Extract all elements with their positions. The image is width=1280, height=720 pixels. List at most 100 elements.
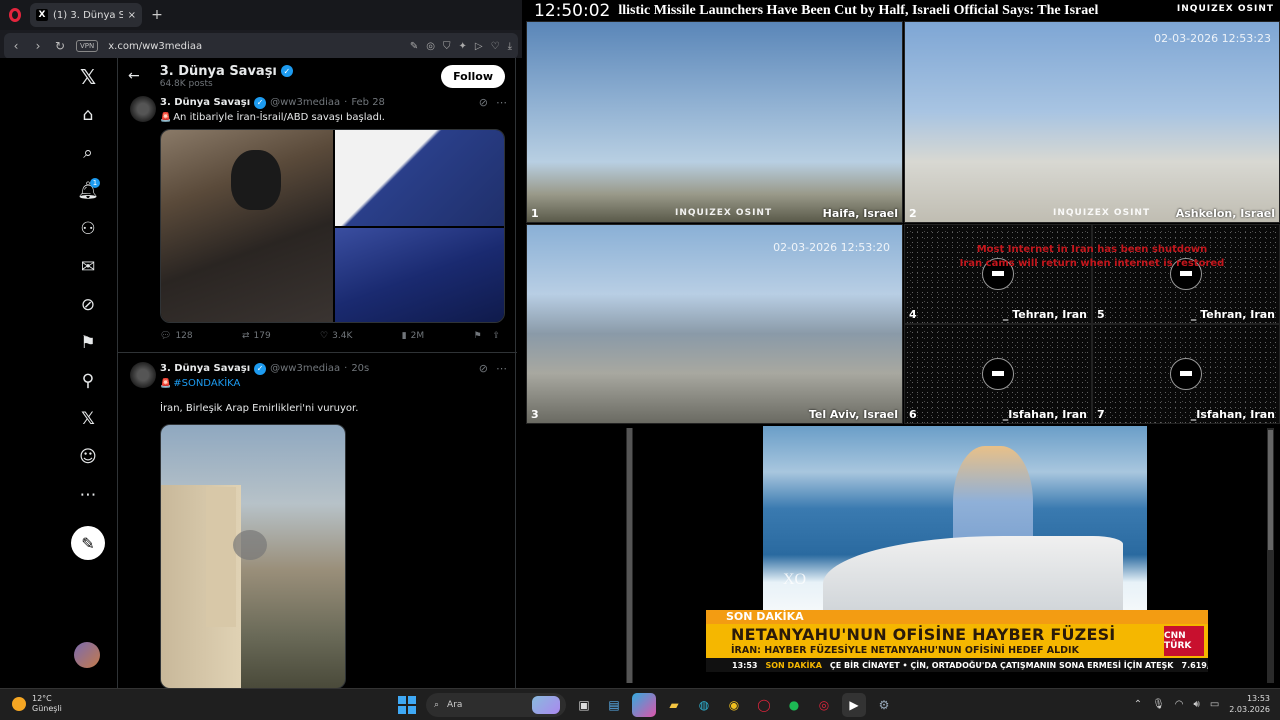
shield-icon[interactable]: ⛉	[443, 41, 451, 52]
close-tab-icon[interactable]: ×	[128, 10, 136, 21]
hashtag-link[interactable]: #SONDAKİKA	[173, 378, 240, 389]
new-tab-button[interactable]: +	[148, 6, 166, 24]
browser-tab[interactable]: X (1) 3. Dünya Savaşı (@ww ×	[30, 3, 142, 27]
extension-icon[interactable]: ✦	[459, 41, 467, 52]
tweet[interactable]: 3. Dünya Savaşı ✓ @ww3mediaa · Feb 28 ⊘ ⋯…	[118, 96, 517, 341]
messages-icon[interactable]: ✉	[68, 248, 108, 286]
wifi-icon[interactable]: ◠	[1175, 699, 1184, 710]
reply-button[interactable]: 💬︎ 128	[160, 331, 193, 341]
cam-number: 7	[1097, 408, 1105, 421]
camera-feed-haifa[interactable]: INQUIZEX OSINT 1 Haifa, Israel	[526, 21, 903, 223]
windows-taskbar: 12°C Güneşli ⌕ Ara ▣ ▤ ▰ ◍ ◉ ◯ ● ◎ ▶ ⚙ ⌃	[0, 688, 1280, 720]
ad-boat	[823, 536, 1123, 610]
tab-title: (1) 3. Dünya Savaşı (@ww	[53, 9, 123, 21]
file-explorer-icon[interactable]: ▰	[662, 693, 686, 717]
cam-timestamp: 02-03-2026 12:53:20	[773, 241, 890, 254]
share-icon[interactable]: ⇪	[492, 331, 500, 341]
tweet-time[interactable]: Feb 28	[351, 97, 385, 108]
grok-icon[interactable]: ⊘	[68, 286, 108, 324]
camera-feed-ashkelon[interactable]: 02-03-2026 12:53:23 INQUIZEX OSINT 2 Ash…	[904, 21, 1280, 223]
opera-icon[interactable]: ◯	[752, 693, 776, 717]
right-scrollbar[interactable]	[1267, 428, 1274, 683]
tweet-author-name[interactable]: 3. Dünya Savaşı	[160, 363, 250, 374]
camera-feed-tel-aviv[interactable]: 02-03-2026 12:53:20 3 Tel Aviv, Israel	[526, 224, 903, 424]
profile-name: 3. Dünya Savaşı	[159, 63, 277, 79]
search-icon[interactable]: ⌕	[68, 134, 108, 172]
tweet-media-grid[interactable]	[160, 129, 505, 323]
bookmark-icon[interactable]: ⚑	[473, 331, 481, 341]
copilot-icon[interactable]	[632, 693, 656, 717]
tweet-more-icon[interactable]: ⋯	[496, 96, 507, 109]
microphone-icon[interactable]: 🎙︎	[1152, 699, 1165, 710]
media-image-leader[interactable]	[161, 130, 333, 322]
media-image-portrait[interactable]	[335, 228, 504, 322]
x-logo-icon[interactable]: 𝕏	[68, 58, 108, 96]
grok-explain-icon[interactable]: ⊘	[479, 362, 488, 375]
profile-icon[interactable]: ☺	[68, 438, 108, 476]
follow-people-icon[interactable]: ⚇	[68, 210, 108, 248]
follow-button[interactable]: Follow	[441, 64, 505, 88]
tweet-more-icon[interactable]: ⋯	[496, 362, 507, 375]
camera-icon[interactable]: ◎	[426, 41, 435, 52]
download-icon[interactable]: ⤓	[508, 41, 512, 52]
compose-post-button[interactable]: ✎	[71, 526, 105, 560]
forward-icon[interactable]: ›	[32, 39, 44, 53]
news-player[interactable]: XO SON DAKİKA NETANYAHU'NUN OFİSİNE HAYB…	[526, 424, 1280, 688]
reload-icon[interactable]: ↻	[54, 39, 66, 53]
tray-overflow-icon[interactable]: ⌃	[1134, 699, 1142, 710]
opera-gx-icon[interactable]: ◎	[812, 693, 836, 717]
volume-icon[interactable]: 🔊︎	[1194, 699, 1200, 710]
opera-logo-icon[interactable]	[4, 4, 26, 26]
bookmarks-icon[interactable]: ⚑	[68, 324, 108, 362]
chrome-icon[interactable]: ◉	[722, 693, 746, 717]
media-app-icon[interactable]: ▶	[842, 693, 866, 717]
media-image-flag[interactable]	[335, 130, 504, 226]
user-avatar[interactable]	[74, 642, 100, 668]
camera-feed-isfahan-2[interactable]: 7 _Isfahan, Iran	[1092, 324, 1280, 424]
tweet-author-name[interactable]: 3. Dünya Savaşı	[160, 97, 250, 108]
grok-explain-icon[interactable]: ⊘	[479, 96, 488, 109]
premium-x-icon[interactable]: 𝕏	[68, 400, 108, 438]
jobs-icon[interactable]: ⚲	[68, 362, 108, 400]
notifications-icon[interactable]: 🔔︎ 1	[68, 172, 108, 210]
tweet-video[interactable]	[160, 424, 346, 688]
camera-feed-tehran-2[interactable]: 5 _ Tehran, Iran	[1092, 224, 1280, 324]
views-button[interactable]: ▮ 2M	[402, 331, 424, 341]
tweet-avatar[interactable]	[130, 362, 156, 388]
edge-icon[interactable]: ◍	[692, 693, 716, 717]
home-icon[interactable]: ⌂	[68, 96, 108, 134]
battery-icon[interactable]: ▭	[1210, 699, 1219, 710]
like-button[interactable]: ♡ 3.4K	[320, 331, 352, 341]
task-view-icon[interactable]: ▣	[572, 693, 596, 717]
clock-time: 13:53	[1246, 694, 1270, 703]
camera-feed-isfahan-1[interactable]: 6 _Isfahan, Iran	[904, 324, 1092, 424]
store-icon[interactable]: ▤	[602, 693, 626, 717]
tweet-avatar[interactable]	[130, 96, 156, 122]
crawl-label: SON DAKİKA	[765, 660, 822, 670]
start-button[interactable]	[398, 696, 416, 714]
weather-widget[interactable]: 12°C Güneşli	[12, 694, 62, 714]
back-icon[interactable]: ‹	[10, 39, 22, 53]
advertisement-video[interactable]: XO	[763, 426, 1147, 610]
url-field[interactable]: x.com/ww3mediaa	[108, 41, 400, 52]
spotify-icon[interactable]: ●	[782, 693, 806, 717]
tweet[interactable]: 3. Dünya Savaşı ✓ @ww3mediaa · 20s ⊘ ⋯ 🚨 #…	[118, 362, 517, 688]
edit-icon[interactable]: ✎	[410, 41, 418, 52]
back-arrow-icon[interactable]: ←	[128, 68, 140, 84]
system-clock[interactable]: 13:53 2.03.2026	[1229, 693, 1270, 715]
cam-number: 5	[1097, 308, 1105, 321]
settings-icon[interactable]: ⚙	[872, 693, 896, 717]
siren-emoji-icon: 🚨	[160, 379, 172, 389]
heart-icon[interactable]: ♡	[491, 41, 500, 52]
repost-button[interactable]: ⇄ 179	[242, 331, 271, 341]
taskbar-search[interactable]: ⌕ Ara	[426, 693, 566, 717]
play-icon[interactable]: ▷	[475, 41, 483, 52]
more-icon[interactable]: ⋯	[68, 476, 108, 514]
tweet-time[interactable]: 20s	[351, 363, 369, 374]
vpn-badge[interactable]: VPN	[76, 40, 99, 52]
offline-camera-icon	[1170, 358, 1202, 390]
tweet-handle[interactable]: @ww3mediaa	[270, 97, 340, 108]
left-scrollbar[interactable]	[626, 428, 633, 683]
tweet-handle[interactable]: @ww3mediaa	[270, 363, 340, 374]
camera-feed-tehran-1[interactable]: 4 _ Tehran, Iran	[904, 224, 1092, 324]
